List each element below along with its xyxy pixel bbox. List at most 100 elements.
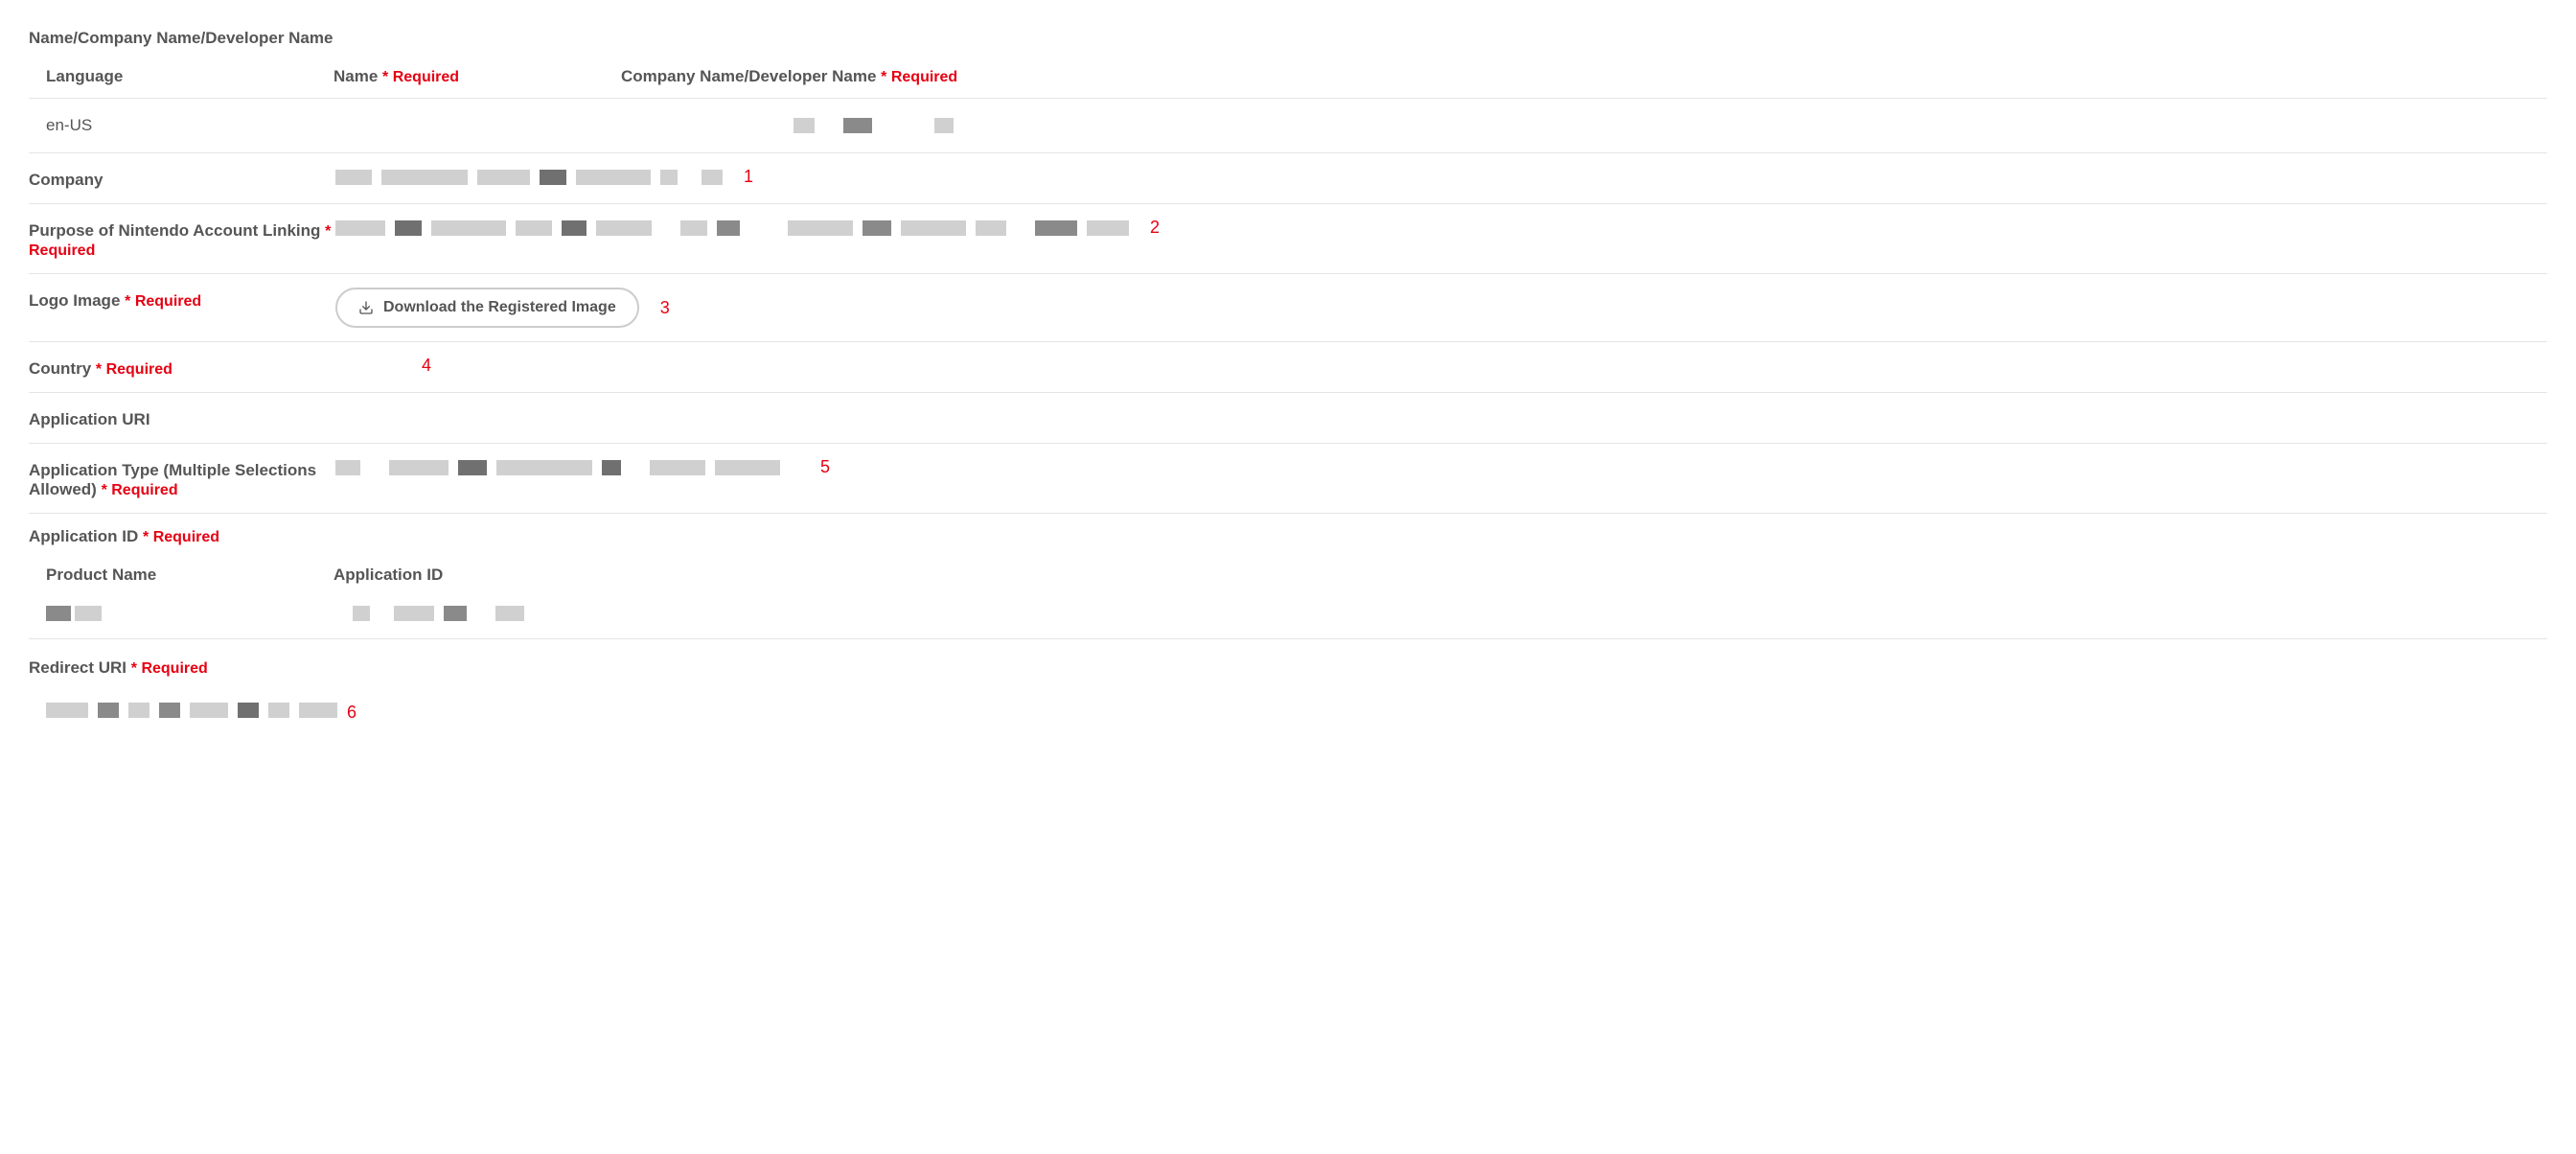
redacted [75,606,102,621]
value-company: 1 [335,167,2547,187]
label-purpose: Purpose of Nintendo Account Linking * Re… [29,218,335,260]
annotation-1: 1 [744,167,753,187]
cell-application-id [334,606,2530,621]
redacted [353,606,370,621]
value-app-type: 5 [335,457,2547,477]
label-app-uri: Application URI [29,406,335,429]
annotation-3: 3 [660,298,670,318]
redacted [717,220,740,236]
header-company: Company Name/Developer Name * Required [621,67,2530,86]
cell-company [621,118,2530,133]
redacted [431,220,506,236]
label-logo-text: Logo Image [29,291,120,310]
redacted [496,460,592,475]
redacted [843,118,872,133]
redacted [46,703,88,718]
download-registered-image-button[interactable]: Download the Registered Image [335,288,639,328]
redacted [46,606,71,621]
field-row-purpose: Purpose of Nintendo Account Linking * Re… [29,204,2547,274]
name-company-row: en-US [29,99,2547,153]
redacted [660,170,678,185]
redacted [477,170,530,185]
annotation-4: 4 [422,356,431,376]
header-application-id: Application ID [334,565,2530,585]
redacted [862,220,891,236]
redacted [540,170,566,185]
redacted [444,606,467,621]
required-badge: * Required [102,482,178,498]
redacted [389,460,448,475]
label-purpose-text: Purpose of Nintendo Account Linking [29,221,320,240]
field-row-company: Company 1 [29,153,2547,204]
redacted [335,460,360,475]
redacted [268,703,289,718]
label-company: Company [29,167,335,190]
label-redirect-uri-text: Redirect URI [29,658,126,677]
redacted [335,170,372,185]
header-language: Language [46,67,334,86]
redacted [238,703,259,718]
field-row-logo: Logo Image * Required Download the Regis… [29,274,2547,342]
redacted [794,118,815,133]
field-row-country: Country * Required 4 [29,342,2547,393]
label-redirect-uri: Redirect URI * Required [29,639,2547,685]
redacted [702,170,723,185]
redacted [1035,220,1077,236]
download-icon [358,300,374,315]
required-badge: * Required [131,660,208,677]
required-badge: * Required [125,293,201,310]
label-country-text: Country [29,359,91,378]
redacted [128,703,150,718]
required-badge: * Required [96,361,172,378]
redacted [458,460,487,475]
redacted [934,118,954,133]
download-button-label: Download the Registered Image [383,299,616,316]
redacted [602,460,621,475]
label-country: Country * Required [29,356,335,379]
value-logo: Download the Registered Image 3 [335,288,2547,328]
app-id-row [29,596,2547,639]
label-logo: Logo Image * Required [29,288,335,311]
required-badge: * Required [143,529,219,545]
redacted [98,703,119,718]
header-product-name: Product Name [46,565,334,585]
redacted [562,220,586,236]
header-name-text: Name [334,67,378,85]
redacted [976,220,1006,236]
redacted [395,220,422,236]
redacted [159,703,180,718]
label-app-id: Application ID * Required [29,514,2547,554]
value-purpose: 2 [335,218,2547,238]
header-name: Name * Required [334,67,621,86]
annotation-2: 2 [1150,218,1160,238]
redacted [680,220,707,236]
redacted [299,703,337,718]
required-badge: * Required [881,69,957,85]
redacted [394,606,434,621]
redacted [650,460,705,475]
app-id-table-header: Product Name Application ID [29,554,2547,596]
annotation-6: 6 [347,703,356,723]
redacted [516,220,552,236]
required-badge: * Required [382,69,459,85]
annotation-5: 5 [820,457,830,477]
redacted [190,703,228,718]
redacted [788,220,853,236]
field-row-app-type: Application Type (Multiple Selections Al… [29,444,2547,514]
redirect-uri-row: 6 [29,685,2547,736]
cell-language: en-US [46,116,334,135]
redacted [901,220,966,236]
field-row-app-uri: Application URI [29,393,2547,444]
redacted [576,170,651,185]
name-company-table-header: Language Name * Required Company Name/De… [29,56,2547,99]
redacted [335,220,385,236]
redacted [596,220,652,236]
redacted [1087,220,1129,236]
label-app-type: Application Type (Multiple Selections Al… [29,457,335,499]
value-country: 4 [335,356,2547,376]
label-app-id-text: Application ID [29,527,138,545]
section-title-name-company: Name/Company Name/Developer Name [29,19,2547,56]
redacted [495,606,524,621]
cell-product-name [46,606,334,621]
redacted [715,460,780,475]
